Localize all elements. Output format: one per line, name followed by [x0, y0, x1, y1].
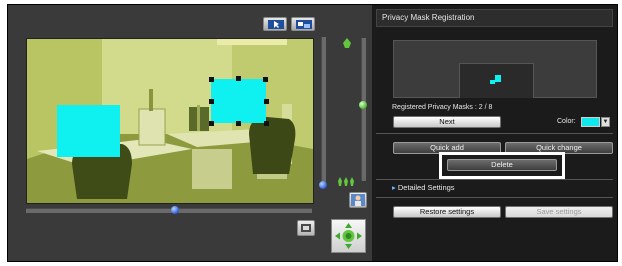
privacy-mask-1[interactable] — [57, 105, 120, 157]
delete-button[interactable]: Delete — [447, 159, 557, 171]
pan-slider-knob[interactable] — [171, 206, 179, 214]
zoom-out-icon — [338, 177, 354, 186]
snapshot-icon — [301, 224, 311, 232]
color-dropdown[interactable]: ▼ — [601, 117, 610, 127]
divider-1 — [376, 133, 613, 134]
pan-slider[interactable] — [26, 206, 312, 214]
preset-icon — [351, 194, 365, 206]
color-label: Color: — [557, 118, 576, 125]
restore-settings-button[interactable]: Restore settings — [393, 206, 501, 218]
preset-button[interactable] — [349, 192, 367, 208]
panel-title: Privacy Mask Registration — [376, 9, 613, 27]
detailed-settings-toggle[interactable]: ▸ Detailed Settings — [392, 183, 455, 192]
preview-mask-2 — [495, 75, 501, 82]
fit-window-button[interactable] — [291, 17, 315, 31]
expand-arrow-icon: ▸ — [392, 183, 396, 192]
mask-position-preview — [393, 40, 597, 98]
registered-masks-count: Registered Privacy Masks : 2 / 8 — [392, 104, 493, 111]
detailed-settings-label: Detailed Settings — [397, 183, 455, 192]
camera-pane — [8, 5, 372, 261]
pointer-icon — [268, 20, 284, 29]
pan-tilt-icon — [335, 223, 362, 249]
zoom-slider[interactable] — [359, 38, 367, 181]
next-button[interactable]: Next — [393, 116, 501, 128]
fit-window-icon — [296, 20, 312, 29]
divider-2 — [376, 179, 613, 180]
settings-panel: Privacy Mask Registration Registered Pri… — [376, 9, 613, 257]
zoom-slider-knob[interactable] — [359, 101, 367, 109]
privacy-mask-window: Privacy Mask Registration Registered Pri… — [7, 4, 618, 262]
select-tool-button[interactable] — [263, 17, 287, 31]
divider-3 — [376, 197, 613, 198]
save-settings-button[interactable]: Save settings — [505, 206, 613, 218]
camera-view[interactable] — [26, 38, 314, 204]
privacy-mask-2[interactable] — [211, 79, 266, 123]
pan-tilt-button[interactable] — [331, 219, 366, 253]
color-swatch[interactable] — [581, 117, 600, 127]
focus-slider-knob[interactable] — [319, 181, 327, 189]
snapshot-button[interactable] — [297, 220, 315, 236]
focus-slider[interactable] — [319, 37, 327, 189]
zoom-in-icon — [343, 38, 351, 48]
preview-frame — [459, 63, 534, 98]
